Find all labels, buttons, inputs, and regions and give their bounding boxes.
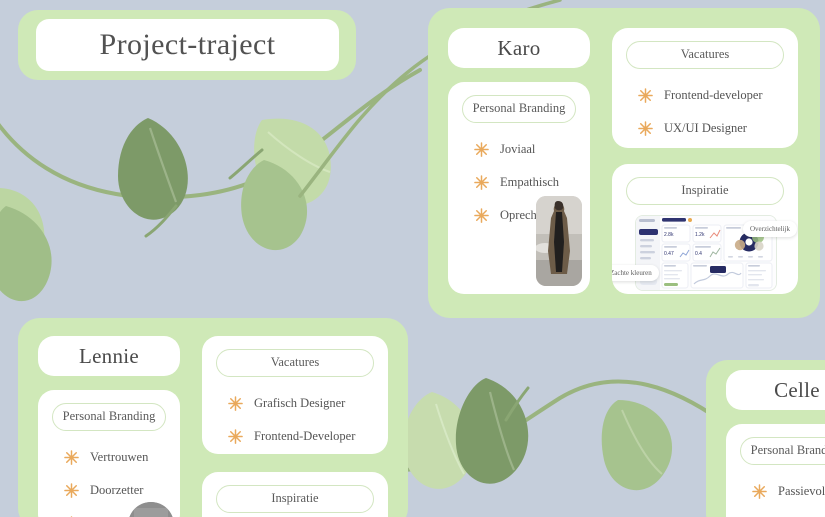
vacature-label: UX/UI Designer bbox=[664, 121, 747, 135]
inspiration-tag-zachte-kleuren[interactable]: Zachte kleuren bbox=[612, 265, 659, 281]
trait-label: Oprecht bbox=[500, 208, 541, 222]
vacatures-pill-lennie[interactable]: Vacatures bbox=[216, 349, 374, 377]
vacatures-list-karo: Frontend-developer UX/UI Designer bbox=[626, 79, 784, 145]
list-item[interactable]: Grafisch Designer bbox=[216, 387, 374, 420]
flower-burst-icon bbox=[474, 142, 489, 157]
personal-branding-card-lennie[interactable]: Personal Branding Vertrouwen Doorzetter bbox=[38, 390, 180, 517]
flower-burst-icon bbox=[474, 208, 489, 223]
vacatures-card-karo[interactable]: Vacatures Frontend-developer UX/UI Desig… bbox=[612, 28, 798, 148]
svg-text:0.47: 0.47 bbox=[664, 251, 674, 257]
vacatures-card-lennie[interactable]: Vacatures Grafisch Designer Frontend-Dev… bbox=[202, 336, 388, 454]
svg-text:0.4: 0.4 bbox=[695, 251, 702, 257]
list-item[interactable]: Frontend-developer bbox=[626, 79, 784, 112]
inspiration-thumbnail-wrap: 2.8k 1.2k 0.47 0.4 Overzichtelijk Zachte… bbox=[612, 215, 797, 291]
personal-branding-pill-celle[interactable]: Personal Branding bbox=[740, 437, 825, 465]
trait-label: Joviaal bbox=[500, 142, 536, 156]
flower-burst-icon bbox=[638, 88, 653, 103]
list-item[interactable]: Muzikaal bbox=[740, 508, 825, 517]
list-item[interactable]: Vertrouwen bbox=[52, 441, 166, 474]
svg-text:1.2k: 1.2k bbox=[695, 232, 705, 238]
inspiration-tag-overzichtelijk[interactable]: Overzichtelijk bbox=[742, 221, 797, 237]
list-item[interactable]: Passievol bbox=[740, 475, 825, 508]
list-item[interactable]: Frontend-Developer bbox=[216, 420, 374, 453]
trait-label: Passievol bbox=[778, 484, 825, 498]
person-name-lennie: Lennie bbox=[78, 343, 140, 368]
person-name-card-lennie[interactable]: Lennie bbox=[38, 336, 180, 376]
vacature-label: Grafisch Designer bbox=[254, 396, 346, 410]
vacatures-pill-karo[interactable]: Vacatures bbox=[626, 41, 784, 69]
vacatures-list-lennie: Grafisch Designer Frontend-Developer bbox=[216, 387, 374, 453]
trait-label: Vertrouwen bbox=[90, 450, 149, 464]
personal-branding-card-celle[interactable]: Personal Branding Passievol bbox=[726, 424, 825, 517]
page-title: Project-traject bbox=[99, 28, 276, 61]
personal-branding-pill-karo[interactable]: Personal Branding bbox=[462, 95, 576, 123]
flower-burst-icon bbox=[64, 483, 79, 498]
inspiratie-card-karo[interactable]: Inspiratie 2.8k 1.2k 0.47 0.4 Overzichte… bbox=[612, 164, 798, 294]
vacature-label: Frontend-developer bbox=[664, 88, 763, 102]
moodboard-photo-karo[interactable] bbox=[536, 196, 582, 286]
list-item[interactable]: UX/UI Designer bbox=[626, 112, 784, 145]
flower-burst-icon bbox=[228, 396, 243, 411]
flower-burst-icon bbox=[474, 175, 489, 190]
board-canvas: Project-traject Karo Personal Branding J… bbox=[0, 0, 825, 517]
personal-branding-pill-lennie[interactable]: Personal Branding bbox=[52, 403, 166, 431]
svg-text:2.8k: 2.8k bbox=[664, 232, 674, 238]
person-name-card-karo[interactable]: Karo bbox=[448, 28, 590, 68]
person-name-karo: Karo bbox=[497, 35, 541, 60]
list-item[interactable]: Empathisch bbox=[462, 166, 576, 199]
vacature-label: Frontend-Developer bbox=[254, 429, 356, 443]
person-name-card-celle[interactable]: Celle bbox=[726, 370, 825, 410]
list-item[interactable]: Joviaal bbox=[462, 133, 576, 166]
trait-label: Empathisch bbox=[500, 175, 560, 189]
inspiratie-pill-lennie[interactable]: Inspiratie bbox=[216, 485, 374, 513]
photo-fashion-figure bbox=[536, 196, 582, 286]
project-title-card: Project-traject bbox=[36, 19, 339, 71]
personal-branding-card-karo[interactable]: Personal Branding Joviaal Empathisch Opr… bbox=[448, 82, 590, 294]
trait-list-celle: Passievol Muzikaal bbox=[740, 475, 825, 517]
inspiratie-card-lennie[interactable]: Inspiratie bbox=[202, 472, 388, 517]
flower-burst-icon bbox=[228, 429, 243, 444]
trait-label: Doorzetter bbox=[90, 483, 144, 497]
person-name-celle: Celle bbox=[774, 377, 820, 402]
flower-burst-icon bbox=[752, 484, 767, 499]
flower-burst-icon bbox=[64, 450, 79, 465]
flower-burst-icon bbox=[638, 121, 653, 136]
vine-bottom-middle bbox=[396, 378, 722, 491]
inspiratie-pill-karo[interactable]: Inspiratie bbox=[626, 177, 784, 205]
